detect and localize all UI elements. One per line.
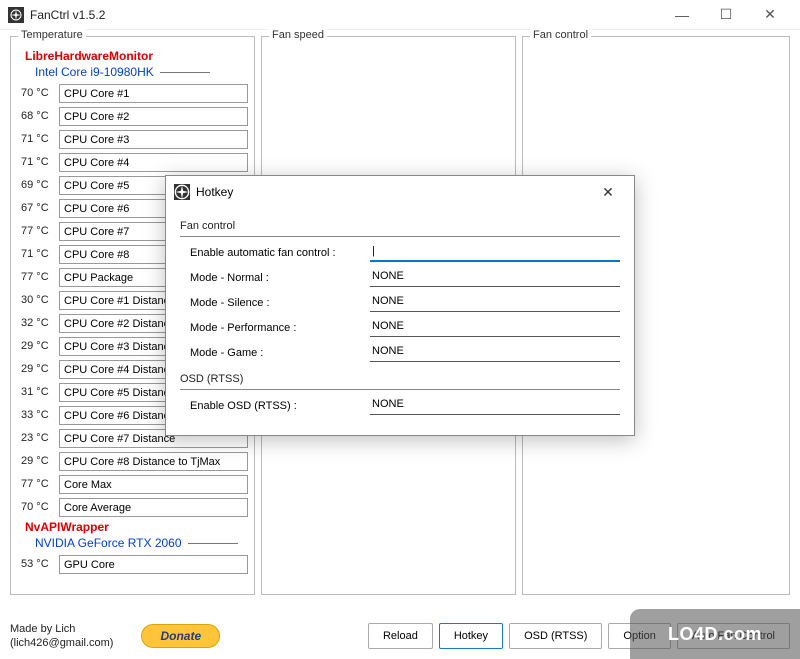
hotkey-input[interactable]: |: [370, 244, 620, 262]
temp-row: 70 °CCPU Core #1: [21, 83, 248, 103]
app-icon: [8, 7, 24, 23]
dialog-section-osd: OSD (RTSS): [180, 373, 620, 385]
dialog-section-fan: Fan control: [180, 220, 620, 232]
temp-value: 29 °C: [21, 455, 59, 467]
osd-button[interactable]: OSD (RTSS): [509, 623, 602, 649]
temp-value: 71 °C: [21, 248, 59, 260]
hotkey-row-label: Enable automatic fan control :: [180, 247, 370, 259]
hotkey-input[interactable]: NONE: [370, 269, 620, 287]
temp-row: 53 °CGPU Core: [21, 554, 248, 574]
hotkey-row: Mode - Performance :NONE: [180, 318, 620, 338]
temp-value: 70 °C: [21, 87, 59, 99]
temp-row: 71 °CCPU Core #4: [21, 152, 248, 172]
dialog-close-button[interactable]: ✕: [590, 182, 626, 202]
hotkey-input[interactable]: NONE: [370, 319, 620, 337]
dialog-title: Hotkey: [196, 185, 590, 199]
source-label: NvAPIWrapper: [25, 520, 248, 534]
watermark: LO4D.com: [630, 609, 800, 659]
reload-button[interactable]: Reload: [368, 623, 433, 649]
donate-button[interactable]: Donate: [141, 624, 220, 648]
temp-name-input[interactable]: Core Max: [59, 475, 248, 494]
dialog-titlebar[interactable]: Hotkey ✕: [166, 176, 634, 208]
temp-value: 33 °C: [21, 409, 59, 421]
hotkey-row: Mode - Silence :NONE: [180, 293, 620, 313]
hotkey-dialog: Hotkey ✕ Fan control Enable automatic fa…: [165, 175, 635, 436]
temp-name-input[interactable]: GPU Core: [59, 555, 248, 574]
hotkey-input[interactable]: NONE: [370, 344, 620, 362]
temp-value: 53 °C: [21, 558, 59, 570]
temp-value: 67 °C: [21, 202, 59, 214]
device-label: Intel Core i9-10980HK: [35, 65, 248, 79]
divider: [180, 236, 620, 237]
temp-row: 71 °CCPU Core #3: [21, 129, 248, 149]
temp-row: 29 °CCPU Core #8 Distance to TjMax: [21, 451, 248, 471]
credit-line-1: Made by Lich: [10, 623, 75, 635]
credit-line-2: (lich426@gmail.com): [10, 637, 113, 649]
temp-value: 23 °C: [21, 432, 59, 444]
source-label: LibreHardwareMonitor: [25, 49, 248, 63]
hotkey-row: Enable OSD (RTSS) :NONE: [180, 396, 620, 416]
hotkey-row: Mode - Game :NONE: [180, 343, 620, 363]
hotkey-button[interactable]: Hotkey: [439, 623, 503, 649]
hotkey-row-label: Mode - Silence :: [180, 297, 370, 309]
temp-name-input[interactable]: CPU Core #2: [59, 107, 248, 126]
divider: [180, 389, 620, 390]
temp-value: 71 °C: [21, 133, 59, 145]
temp-value: 71 °C: [21, 156, 59, 168]
temp-name-input[interactable]: CPU Core #1: [59, 84, 248, 103]
minimize-button[interactable]: —: [660, 1, 704, 29]
fanspeed-panel-label: Fan speed: [269, 29, 327, 41]
temp-value: 70 °C: [21, 501, 59, 513]
temp-value: 69 °C: [21, 179, 59, 191]
hotkey-row-label: Mode - Performance :: [180, 322, 370, 334]
hotkey-input[interactable]: NONE: [370, 294, 620, 312]
temp-value: 29 °C: [21, 363, 59, 375]
temp-value: 29 °C: [21, 340, 59, 352]
hotkey-row-label: Mode - Normal :: [180, 272, 370, 284]
titlebar: FanCtrl v1.5.2 — ☐ ✕: [0, 0, 800, 30]
temp-value: 31 °C: [21, 386, 59, 398]
temp-value: 77 °C: [21, 271, 59, 283]
temp-row: 70 °CCore Average: [21, 497, 248, 517]
temp-name-input[interactable]: CPU Core #3: [59, 130, 248, 149]
temp-value: 77 °C: [21, 478, 59, 490]
close-button[interactable]: ✕: [748, 1, 792, 29]
hotkey-row-label: Enable OSD (RTSS) :: [180, 400, 370, 412]
dialog-app-icon: [174, 184, 190, 200]
temp-row: 68 °CCPU Core #2: [21, 106, 248, 126]
watermark-text: LO4D.com: [668, 624, 762, 645]
device-label: NVIDIA GeForce RTX 2060: [35, 536, 248, 550]
temp-value: 30 °C: [21, 294, 59, 306]
maximize-button[interactable]: ☐: [704, 1, 748, 29]
fancontrol-panel-label: Fan control: [530, 29, 591, 41]
footer-credit: Made by Lich (lich426@gmail.com): [10, 622, 113, 651]
temp-name-input[interactable]: CPU Core #8 Distance to TjMax: [59, 452, 248, 471]
hotkey-row-label: Mode - Game :: [180, 347, 370, 359]
temp-value: 77 °C: [21, 225, 59, 237]
hotkey-row: Enable automatic fan control :|: [180, 243, 620, 263]
temp-value: 32 °C: [21, 317, 59, 329]
temperature-panel-label: Temperature: [18, 29, 86, 41]
window-title: FanCtrl v1.5.2: [30, 8, 660, 22]
temp-name-input[interactable]: CPU Core #4: [59, 153, 248, 172]
temp-value: 68 °C: [21, 110, 59, 122]
hotkey-row: Mode - Normal :NONE: [180, 268, 620, 288]
temp-name-input[interactable]: Core Average: [59, 498, 248, 517]
temp-row: 77 °CCore Max: [21, 474, 248, 494]
hotkey-input[interactable]: NONE: [370, 397, 620, 415]
